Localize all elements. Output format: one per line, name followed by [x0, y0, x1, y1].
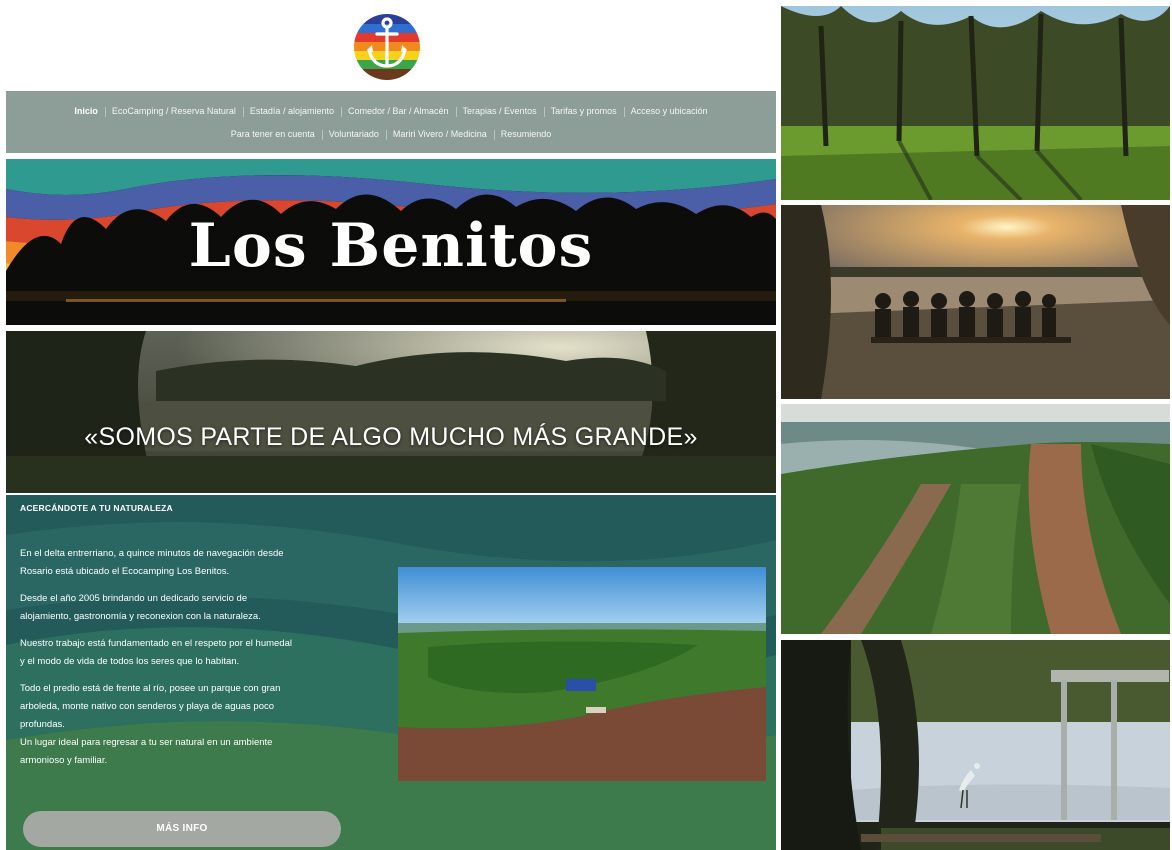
- about-line: Todo el predio está de frente al río, po…: [20, 683, 281, 694]
- about-paragraph: Un lugar ideal para regresar a tu ser na…: [20, 734, 365, 770]
- aerial-delta-photo: [781, 404, 1170, 634]
- river-forest-image: [6, 331, 776, 493]
- website-screenshot: Inicio EcoCamping / Reserva Natural Esta…: [6, 0, 776, 850]
- nav-row-primary: Inicio EcoCamping / Reserva Natural Esta…: [6, 106, 776, 117]
- about-text: En el delta entrerriano, a quince minuto…: [20, 545, 365, 779]
- about-line: Rosario está ubicado el Ecocamping Los B…: [20, 566, 230, 577]
- about-line: y el modo de vida de todos los seres que…: [20, 656, 240, 667]
- about-line: Desde el año 2005 brindando un dedicado …: [20, 593, 248, 604]
- site-title: Los Benitos: [188, 211, 594, 281]
- nav-item-mariri-vivero[interactable]: Mariri Vivero / Medicina: [385, 129, 494, 140]
- banner-quote: «SOMOS PARTE DE ALGO MUCHO MÁS GRANDE»: [84, 423, 698, 451]
- nav-item-estadia[interactable]: Estadía / alojamiento: [242, 106, 341, 117]
- nav-item-resumiendo[interactable]: Resumiendo: [493, 129, 559, 140]
- park-trees-photo: [781, 6, 1170, 200]
- about-paragraph: Todo el predio está de frente al río, po…: [20, 680, 365, 734]
- about-line: alojamiento, gastronomía y reconexion co…: [20, 611, 261, 622]
- anchor-logo-icon[interactable]: [353, 12, 421, 82]
- about-paragraph: Nuestro trabajo está fundamentado en el …: [20, 635, 365, 671]
- hero-banner: Los Benitos: [6, 159, 776, 325]
- nav-item-comedor[interactable]: Comedor / Bar / Almacén: [340, 106, 456, 117]
- about-line: Un lugar ideal para regresar a tu ser na…: [20, 737, 273, 748]
- nav-item-acceso[interactable]: Acceso y ubicación: [623, 106, 715, 117]
- about-paragraph: En el delta entrerriano, a quince minuto…: [20, 545, 365, 581]
- nav-item-voluntariado[interactable]: Voluntariado: [321, 129, 386, 140]
- about-line: Nuestro trabajo está fundamentado en el …: [20, 638, 292, 649]
- nav-item-terapias[interactable]: Terapias / Eventos: [455, 106, 544, 117]
- about-line: profundas.: [20, 719, 65, 730]
- about-line: En el delta entrerriano, a quince minuto…: [20, 548, 284, 559]
- about-section: ACERCÁNDOTE A TU NATURALEZA En el delta …: [6, 495, 776, 850]
- nav-item-inicio[interactable]: Inicio: [67, 106, 105, 116]
- about-paragraph: Desde el año 2005 brindando un dedicado …: [20, 590, 365, 626]
- nav-item-para-tener-en-cuenta[interactable]: Para tener en cuenta: [224, 129, 322, 139]
- nav-item-tarifas[interactable]: Tarifas y promos: [543, 106, 624, 117]
- photo-gallery: [781, 6, 1170, 850]
- river-sunset-group-photo: [781, 205, 1170, 399]
- aerial-river-photo: [398, 567, 766, 781]
- nav-row-secondary: Para tener en cuenta Voluntariado Mariri…: [6, 129, 776, 140]
- about-line: arboleda, monte nativo con senderos y pl…: [20, 701, 275, 712]
- quote-banner: «SOMOS PARTE DE ALGO MUCHO MÁS GRANDE»: [6, 331, 776, 493]
- heron-river-photo: [781, 640, 1170, 850]
- main-navigation: Inicio EcoCamping / Reserva Natural Esta…: [6, 91, 776, 153]
- about-line: armonioso y familiar.: [20, 755, 108, 766]
- nav-item-ecocamping[interactable]: EcoCamping / Reserva Natural: [104, 106, 243, 117]
- about-heading: ACERCÁNDOTE A TU NATURALEZA: [20, 503, 173, 513]
- more-info-button[interactable]: MÁS INFO: [23, 811, 341, 847]
